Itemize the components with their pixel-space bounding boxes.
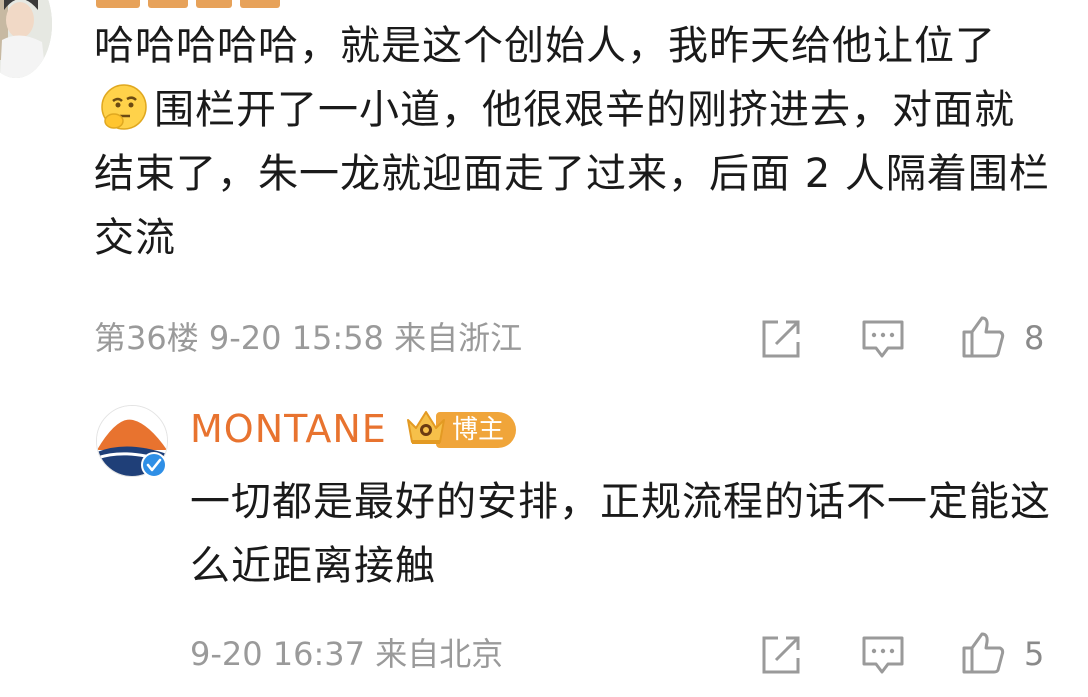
- thinking-emoji-icon: [98, 81, 150, 133]
- reply-meta: 9-20 16:37 来自北京: [190, 635, 504, 673]
- like-icon[interactable]: [960, 314, 1006, 360]
- comment-icon[interactable]: [860, 632, 906, 678]
- reply-body: 一切都是最好的安排，正规流程的话不一定能这么近距离接触: [190, 479, 1051, 589]
- like-count: 5: [1024, 635, 1045, 673]
- share-icon[interactable]: [758, 316, 804, 362]
- verified-icon: [141, 452, 167, 478]
- share-icon[interactable]: [758, 632, 804, 678]
- author-badge: 博主: [436, 412, 517, 448]
- commenter-avatar[interactable]: [0, 0, 52, 78]
- like-count: 8: [1024, 319, 1045, 357]
- comment-icon[interactable]: [860, 316, 906, 362]
- author-username[interactable]: MONTANE: [190, 405, 387, 453]
- comment-body: 哈哈哈哈哈，就是这个创始人，我昨天给他让位了 围栏开了一小道，他很艰辛的刚挤进去…: [94, 23, 1050, 261]
- commenter-name-cut[interactable]: [96, 0, 316, 8]
- comment-meta: 第36楼 9-20 15:58 来自浙江: [94, 319, 523, 357]
- like-icon[interactable]: [960, 630, 1006, 676]
- crown-icon: [404, 406, 448, 450]
